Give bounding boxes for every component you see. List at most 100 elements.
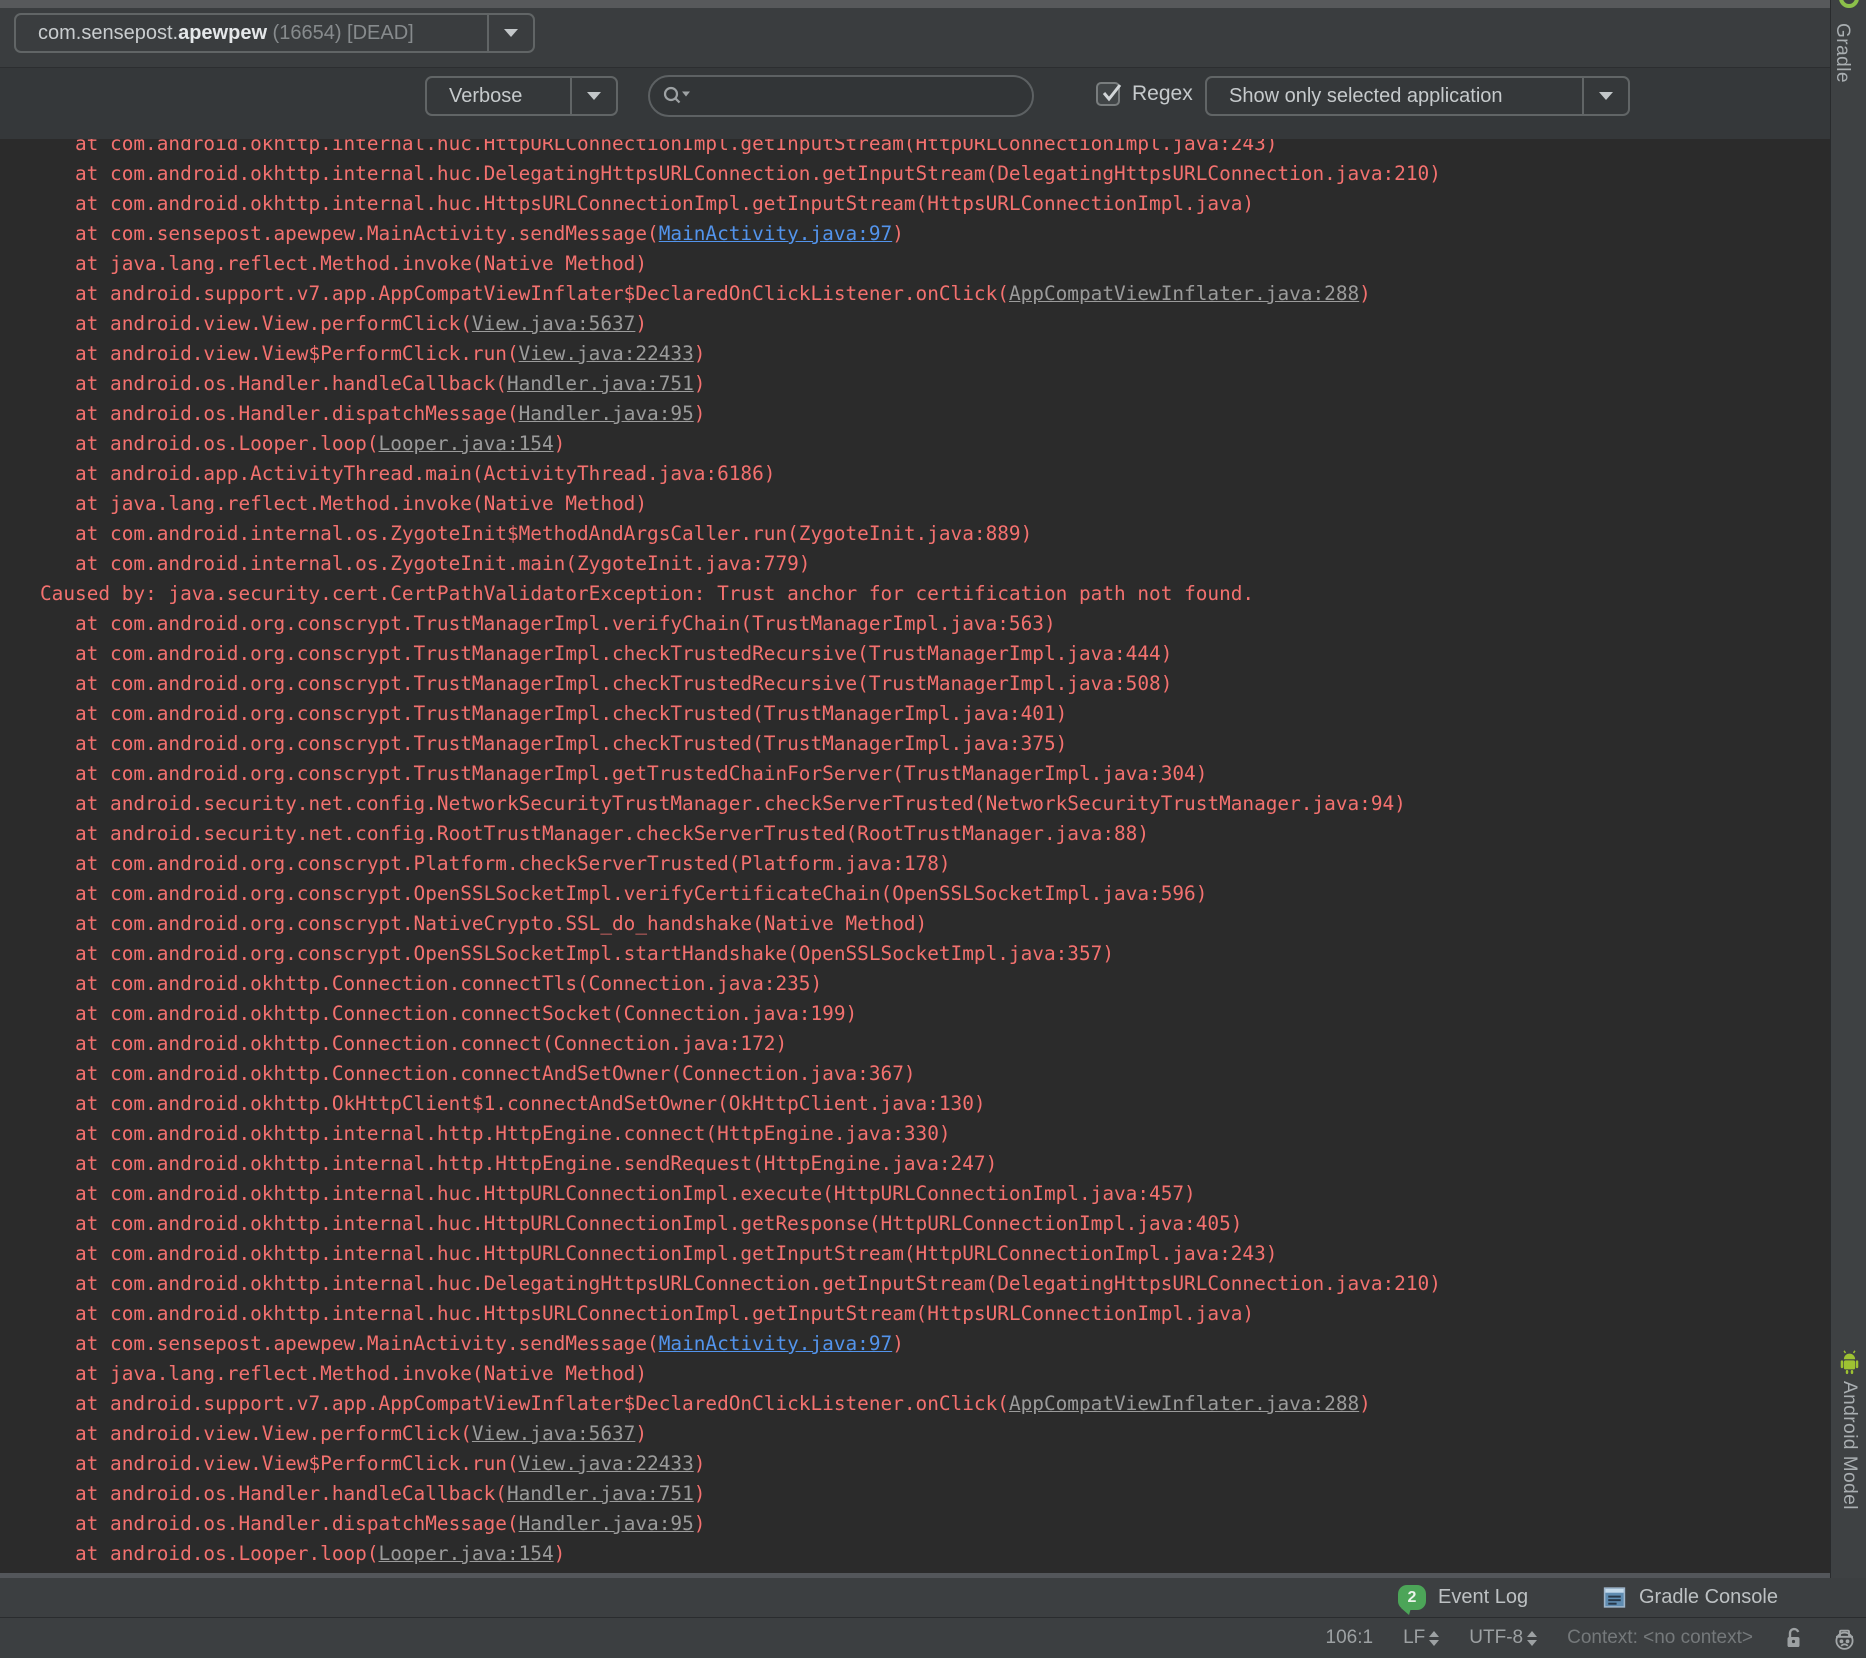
log-text: ) [694,342,706,365]
log-line: at com.android.org.conscrypt.TrustManage… [40,609,1830,639]
filter-mode-value: Show only selected application [1207,85,1582,108]
log-text: at android.os.Looper.loop( [75,1542,379,1565]
log-level-selector[interactable]: Verbose [425,76,618,116]
stacktrace-link[interactable]: Handler.java:95 [519,1512,694,1535]
log-text: at com.android.okhttp.internal.huc.Deleg… [75,1272,1441,1295]
context-indicator: Context: <no context> [1567,1627,1753,1649]
log-text: ) [635,312,647,335]
log-text: at com.android.okhttp.internal.huc.HttpU… [75,1242,1277,1265]
line-separator-indicator[interactable]: LF [1403,1627,1439,1649]
regex-checkbox-group[interactable]: Regex [1096,82,1193,106]
log-text: ) [554,1542,566,1565]
toolbar-filter-row: Verbose Regex Show only se [0,67,1830,139]
log-line: at android.app.ActivityThread.main(Activ… [40,459,1830,489]
log-text: ) [1359,1392,1371,1415]
log-text: at com.android.okhttp.internal.http.Http… [75,1152,997,1175]
log-text: ) [892,222,904,245]
search-field[interactable] [648,75,1034,117]
gradle-console-button[interactable]: Gradle Console [1602,1578,1778,1617]
android-model-tool-label: Android Model [1838,1381,1860,1510]
log-text: ) [694,402,706,425]
stacktrace-link[interactable]: MainActivity.java:97 [659,222,892,245]
encoding-indicator[interactable]: UTF-8 [1469,1627,1537,1649]
log-line: at com.android.okhttp.internal.huc.HttpU… [40,1209,1830,1239]
log-text: at com.android.okhttp.internal.http.Http… [75,1122,951,1145]
log-text: at android.support.v7.app.AppCompatViewI… [75,1392,1009,1415]
cursor-position[interactable]: 106:1 [1326,1627,1374,1649]
log-text: at com.android.internal.os.ZygoteInit.ma… [75,552,810,575]
stacktrace-link[interactable]: Handler.java:751 [507,1482,694,1505]
stacktrace-link[interactable]: View.java:22433 [519,1452,694,1475]
log-line: at com.android.okhttp.Connection.connect… [40,1029,1830,1059]
stacktrace-link[interactable]: AppCompatViewInflater.java:288 [1009,1392,1359,1415]
log-line: at com.android.org.conscrypt.Platform.ch… [40,849,1830,879]
android-model-tool-button[interactable]: Android Model [1831,1348,1866,1510]
log-line: Caused by: java.security.cert.CertPathVa… [40,579,1830,609]
filter-mode-selector[interactable]: Show only selected application [1205,76,1630,116]
log-line: at android.support.v7.app.AppCompatViewI… [40,1389,1830,1419]
stacktrace-link[interactable]: View.java:5637 [472,1422,635,1445]
search-icon[interactable] [662,84,692,108]
stacktrace-link[interactable]: Looper.java:154 [379,432,554,455]
stacktrace-link[interactable]: MainActivity.java:97 [659,1332,892,1355]
log-line: at android.view.View.performClick(View.j… [40,1419,1830,1449]
log-line: at com.android.org.conscrypt.NativeCrypt… [40,909,1830,939]
logcat-output[interactable]: at com.android.okhttp.internal.huc.HttpU… [0,139,1830,1573]
log-text: ) [694,372,706,395]
log-level-value: Verbose [427,85,570,108]
stacktrace-link[interactable]: Handler.java:751 [507,372,694,395]
log-level-arrow[interactable] [572,92,616,100]
log-line: at android.os.Looper.loop(Looper.java:15… [40,429,1830,459]
stacktrace-link[interactable]: View.java:22433 [519,342,694,365]
log-text: at com.sensepost.apewpew.MainActivity.se… [75,1332,659,1355]
log-text: at com.android.okhttp.internal.huc.HttpU… [75,139,1277,155]
status-bar: 106:1 LF UTF-8 Context: <no context> [0,1617,1866,1658]
log-text: at com.android.org.conscrypt.TrustManage… [75,702,1067,725]
log-text: at com.android.org.conscrypt.OpenSSLSock… [75,882,1207,905]
process-name-prefix: com.sensepost. [38,22,178,44]
lock-icon[interactable] [1783,1626,1805,1650]
stacktrace-link[interactable]: AppCompatViewInflater.java:288 [1009,282,1359,305]
log-text: at com.android.org.conscrypt.TrustManage… [75,612,1056,635]
log-line: at com.android.okhttp.internal.huc.HttpU… [40,1239,1830,1269]
stacktrace: at com.android.okhttp.internal.huc.HttpU… [0,139,1830,1573]
log-text: ) [1359,282,1371,305]
log-text: at com.android.org.conscrypt.TrustManage… [75,732,1067,755]
search-input[interactable] [692,85,1032,107]
stacktrace-link[interactable]: View.java:5637 [472,312,635,335]
log-line: at com.android.org.conscrypt.OpenSSLSock… [40,939,1830,969]
event-log-button[interactable]: 2 Event Log [1398,1578,1528,1617]
log-text: at com.android.okhttp.Connection.connect… [75,1032,787,1055]
updown-icon [1527,1631,1537,1646]
log-line: at com.android.okhttp.internal.huc.HttpU… [40,1179,1830,1209]
process-selector-arrow[interactable] [489,29,533,37]
process-selector[interactable]: com.sensepost.apewpew (16654) [DEAD] [14,13,535,53]
filter-mode-arrow[interactable] [1584,92,1628,100]
regex-label: Regex [1132,82,1193,106]
log-text: ) [892,1332,904,1355]
log-line: at android.os.Handler.handleCallback(Han… [40,369,1830,399]
log-text: at com.android.okhttp.Connection.connect… [75,1062,916,1085]
android-icon [1836,1348,1863,1375]
log-line: at com.android.okhttp.internal.http.Http… [40,1119,1830,1149]
regex-checkbox[interactable] [1096,82,1120,106]
log-line: at com.android.org.conscrypt.TrustManage… [40,639,1830,669]
log-line: at com.android.internal.os.ZygoteInit.ma… [40,549,1830,579]
log-line: at com.android.okhttp.Connection.connect… [40,999,1830,1029]
log-line: at android.view.View.performClick(View.j… [40,309,1830,339]
log-text: at android.view.View.performClick( [75,1422,472,1445]
log-line: at com.android.okhttp.internal.http.Http… [40,1149,1830,1179]
log-line: at com.android.okhttp.OkHttpClient$1.con… [40,1089,1830,1119]
log-text: Caused by: java.security.cert.CertPathVa… [40,582,1254,605]
log-text: at android.view.View$PerformClick.run( [75,342,519,365]
log-text: at com.sensepost.apewpew.MainActivity.se… [75,222,659,245]
log-line: at java.lang.reflect.Method.invoke(Nativ… [40,489,1830,519]
log-line: at com.sensepost.apewpew.MainActivity.se… [40,219,1830,249]
gradle-tool-button[interactable]: Gradle [1831,0,1866,83]
event-log-label: Event Log [1438,1586,1528,1609]
line-separator-value: LF [1403,1627,1425,1649]
stacktrace-link[interactable]: Handler.java:95 [519,402,694,425]
log-line: at com.android.okhttp.internal.huc.Deleg… [40,159,1830,189]
inspector-icon[interactable] [1831,1625,1858,1652]
stacktrace-link[interactable]: Looper.java:154 [379,1542,554,1565]
